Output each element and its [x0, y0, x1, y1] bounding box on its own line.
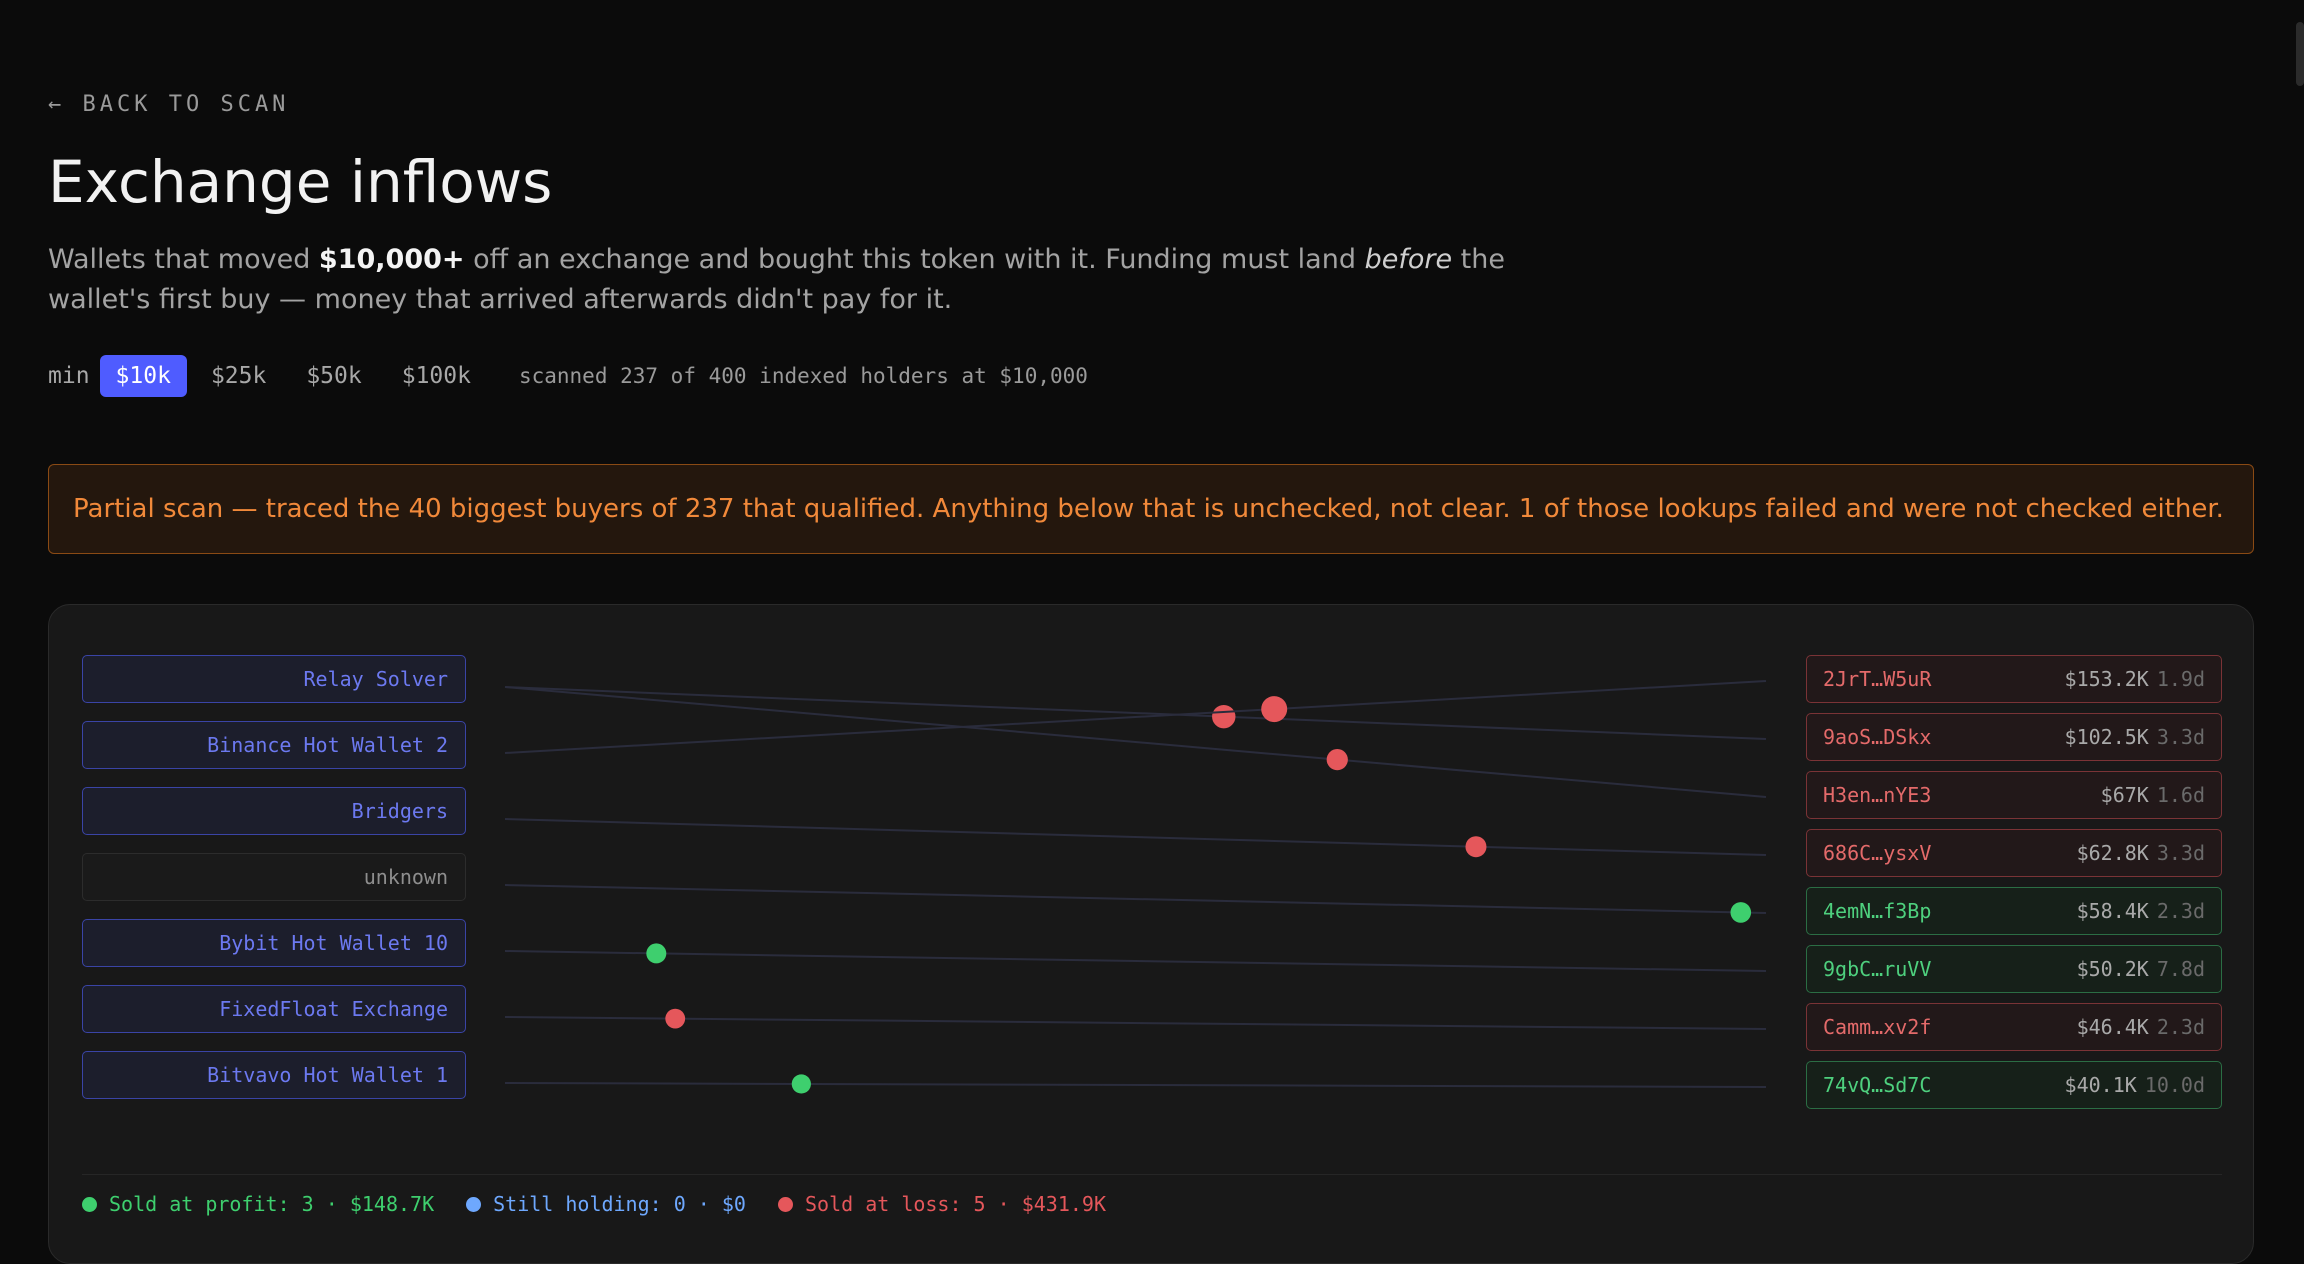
- wallet-age: 1.9d: [2156, 667, 2205, 691]
- wallet-row[interactable]: 74vQ…Sd7C $40.1K 10.0d: [1806, 1061, 2222, 1109]
- flow-dot[interactable]: [1212, 704, 1236, 729]
- flow-dot[interactable]: [1730, 902, 1752, 923]
- wallet-address: Camm…xv2f: [1823, 1015, 1932, 1039]
- flow-line: [504, 1082, 1767, 1088]
- wallet-address: 9aoS…DSkx: [1823, 725, 1932, 749]
- wallet-row[interactable]: 2JrT…W5uR $153.2K 1.9d: [1806, 655, 2222, 703]
- holding-dot-icon: [466, 1196, 482, 1212]
- legend-loss-label: Sold at loss: 5 · $431.9K: [804, 1192, 1107, 1216]
- wallet-row[interactable]: 9aoS…DSkx $102.5K 3.3d: [1806, 713, 2222, 761]
- wallet-age: 2.3d: [2156, 1015, 2205, 1039]
- source-label: FixedFloat Exchange: [219, 997, 448, 1021]
- flow-line: [504, 950, 1767, 972]
- flow-line: [504, 1016, 1767, 1030]
- source-label: Binance Hot Wallet 2: [207, 733, 448, 757]
- flow-dot[interactable]: [646, 943, 667, 964]
- wallet-amount: $153.2K: [2064, 667, 2149, 691]
- legend-profit-label: Sold at profit: 3 · $148.7K: [109, 1192, 435, 1216]
- flow-dot[interactable]: [665, 1008, 686, 1029]
- wallet-age: 3.3d: [2156, 841, 2205, 865]
- wallet-row[interactable]: H3en…nYE3 $67K 1.6d: [1806, 771, 2222, 819]
- wallet-amount: $46.4K: [2076, 1015, 2149, 1039]
- wallet-row[interactable]: 9gbC…ruVV $50.2K 7.8d: [1806, 945, 2222, 993]
- flow-dot[interactable]: [1465, 836, 1487, 858]
- flow-dot[interactable]: [791, 1074, 811, 1094]
- wallet-address: 74vQ…Sd7C: [1823, 1073, 1932, 1097]
- wallet-amount: $58.4K: [2076, 899, 2149, 923]
- wallet-amount: $102.5K: [2064, 725, 2149, 749]
- flow-dot[interactable]: [1326, 749, 1348, 771]
- source-5[interactable]: FixedFloat Exchange: [82, 985, 466, 1033]
- legend: Sold at profit: 3 · $148.7K Still holdin…: [82, 1192, 1138, 1216]
- wallet-age: 1.6d: [2156, 783, 2205, 807]
- wallet-address: 9gbC…ruVV: [1823, 957, 1932, 981]
- source-1[interactable]: Binance Hot Wallet 2: [82, 721, 466, 769]
- source-4[interactable]: Bybit Hot Wallet 10: [82, 919, 466, 967]
- flow-dot[interactable]: [1261, 696, 1288, 723]
- flow-line: [504, 818, 1767, 856]
- wallet-row[interactable]: 4emN…f3Bp $58.4K 2.3d: [1806, 887, 2222, 935]
- legend-holding[interactable]: Still holding: 0 · $0: [466, 1192, 746, 1216]
- source-label: Relay Solver: [303, 667, 449, 691]
- wallet-row[interactable]: Camm…xv2f $46.4K 2.3d: [1806, 1003, 2222, 1051]
- wallet-row[interactable]: 686C…ysxV $62.8K 3.3d: [1806, 829, 2222, 877]
- source-0[interactable]: Relay Solver: [82, 655, 466, 703]
- wallet-age: 10.0d: [2144, 1073, 2205, 1097]
- wallet-amount: $62.8K: [2076, 841, 2149, 865]
- wallet-amount: $40.1K: [2064, 1073, 2137, 1097]
- source-3[interactable]: unknown: [82, 853, 466, 901]
- source-label: unknown: [363, 865, 448, 889]
- source-label: Bridgers: [351, 799, 448, 823]
- source-6[interactable]: Bitvavo Hot Wallet 1: [82, 1051, 466, 1099]
- legend-loss[interactable]: Sold at loss: 5 · $431.9K: [777, 1192, 1107, 1216]
- flow-line: [504, 686, 1767, 740]
- wallet-address: 4emN…f3Bp: [1823, 899, 1932, 923]
- wallet-address: H3en…nYE3: [1823, 783, 1932, 807]
- wallet-age: 2.3d: [2156, 899, 2205, 923]
- wallet-amount: $50.2K: [2076, 957, 2149, 981]
- source-label: Bitvavo Hot Wallet 1: [207, 1063, 448, 1087]
- legend-profit[interactable]: Sold at profit: 3 · $148.7K: [82, 1192, 434, 1216]
- wallet-age: 7.8d: [2156, 957, 2205, 981]
- loss-dot-icon: [777, 1196, 793, 1212]
- legend-holding-label: Still holding: 0 · $0: [493, 1192, 746, 1216]
- wallet-age: 3.3d: [2156, 725, 2205, 749]
- legend-divider: [82, 1174, 2222, 1175]
- flow-line: [504, 884, 1767, 914]
- source-label: Bybit Hot Wallet 10: [219, 931, 448, 955]
- source-2[interactable]: Bridgers: [82, 787, 466, 835]
- wallet-amount: $67K: [2100, 783, 2149, 807]
- wallet-address: 686C…ysxV: [1823, 841, 1932, 865]
- wallet-address: 2JrT…W5uR: [1823, 667, 1932, 691]
- profit-dot-icon: [82, 1196, 97, 1212]
